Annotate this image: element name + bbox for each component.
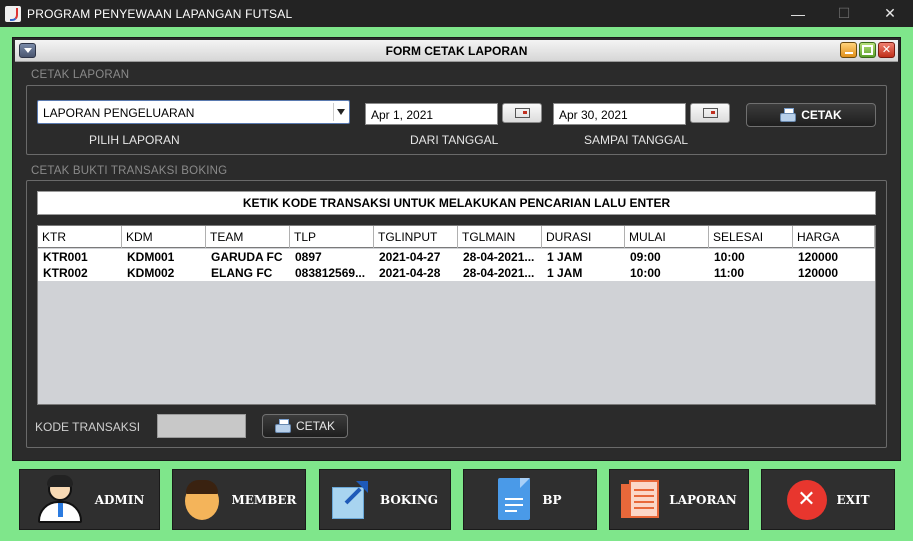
search-hint-bar: KETIK KODE TRANSAKSI UNTUK MELAKUKAN PEN… bbox=[37, 191, 876, 215]
laporan-button[interactable]: LAPORAN bbox=[609, 469, 749, 530]
table-body: KTR001 KDM001 GARUDA FC 0897 2021-04-27 28-04… bbox=[38, 249, 875, 281]
column-header[interactable]: SELESAI bbox=[709, 226, 793, 248]
table-cell: KDM001 bbox=[127, 250, 175, 264]
table-cell: 083812569... bbox=[295, 266, 366, 280]
java-app-icon bbox=[5, 5, 21, 22]
internal-frame-titlebar[interactable]: FORM CETAK LAPORAN ✕ bbox=[15, 40, 898, 62]
internal-frame-controls: ✕ bbox=[840, 42, 895, 58]
table-header: KTR KDM TEAM TLP TGLINPUT TGLMAIN DURASI MULAI S… bbox=[38, 226, 875, 248]
table-row[interactable]: KTR002 KDM002 ELANG FC 083812569... 2021-04-… bbox=[38, 265, 875, 281]
table-cell: KTR002 bbox=[43, 266, 88, 280]
column-header[interactable]: HARGA bbox=[793, 226, 875, 248]
cetak-bukti-button[interactable]: CETAK bbox=[262, 414, 348, 438]
laporan-button-label: LAPORAN bbox=[669, 492, 737, 507]
window-title: PROGRAM PENYEWAAN LAPANGAN FUTSAL bbox=[27, 6, 293, 21]
maximize-button[interactable]: ☐ bbox=[821, 0, 867, 27]
boking-button-label: BOKING bbox=[379, 492, 439, 507]
table-cell: 10:00 bbox=[630, 266, 661, 280]
form-title: FORM CETAK LAPORAN bbox=[385, 43, 528, 58]
to-date-picker-button[interactable] bbox=[690, 103, 730, 123]
table-cell: 09:00 bbox=[630, 250, 661, 264]
table-cell: ELANG FC bbox=[211, 266, 273, 280]
calendar-icon bbox=[514, 108, 530, 118]
column-header[interactable]: TLP bbox=[290, 226, 374, 248]
boking-button[interactable]: BOKING bbox=[319, 469, 451, 530]
frame-maximize-icon[interactable] bbox=[859, 42, 876, 58]
exit-button-label: EXIT bbox=[836, 492, 870, 507]
window-titlebar: PROGRAM PENYEWAAN LAPANGAN FUTSAL — ☐ ✕ bbox=[0, 0, 913, 27]
to-date-value: Apr 30, 2021 bbox=[559, 108, 628, 122]
chevron-down-icon[interactable] bbox=[333, 103, 347, 121]
printer-icon bbox=[780, 108, 797, 122]
column-header[interactable]: DURASI bbox=[542, 226, 625, 248]
admin-button[interactable]: ADMIN bbox=[19, 469, 160, 530]
from-date-field[interactable]: Apr 1, 2021 bbox=[365, 103, 498, 125]
external-link-icon bbox=[331, 480, 370, 519]
table-cell: GARUDA FC bbox=[211, 250, 283, 264]
kode-transaksi-label: KODE TRANSAKSI bbox=[35, 420, 141, 434]
cetak-laporan-button-label: CETAK bbox=[801, 108, 842, 122]
report-type-select[interactable]: LAPORAN PENGELUARAN bbox=[37, 100, 350, 124]
member-face-icon bbox=[182, 478, 222, 522]
table-cell: KDM002 bbox=[127, 266, 175, 280]
cetak-laporan-button[interactable]: CETAK bbox=[746, 103, 876, 127]
bp-button[interactable]: BP bbox=[463, 469, 597, 530]
column-header[interactable]: TGLMAIN bbox=[458, 226, 542, 248]
admin-user-icon bbox=[35, 474, 85, 525]
cetak-laporan-section-title: CETAK LAPORAN bbox=[31, 69, 130, 81]
table-cell: KTR001 bbox=[43, 250, 88, 264]
table-cell: 120000 bbox=[798, 250, 839, 264]
report-type-value: LAPORAN PENGELUARAN bbox=[43, 106, 195, 120]
printer-icon bbox=[274, 419, 291, 433]
kode-transaksi-input[interactable] bbox=[157, 414, 246, 438]
dari-tanggal-label: DARI TANGGAL bbox=[410, 133, 499, 147]
frame-close-icon[interactable]: ✕ bbox=[878, 42, 895, 58]
minimize-button[interactable]: — bbox=[775, 0, 821, 27]
column-header[interactable]: TGLINPUT bbox=[374, 226, 458, 248]
sampai-tanggal-label: SAMPAI TANGGAL bbox=[584, 133, 689, 147]
frame-minimize-icon[interactable] bbox=[840, 42, 857, 58]
column-header[interactable]: KTR bbox=[38, 226, 122, 248]
bp-button-label: BP bbox=[542, 492, 562, 507]
document-icon bbox=[498, 477, 532, 522]
table-cell: 120000 bbox=[798, 266, 839, 280]
to-date-field[interactable]: Apr 30, 2021 bbox=[553, 103, 686, 125]
cetak-bukti-button-label: CETAK bbox=[295, 419, 336, 433]
column-header[interactable]: KDM bbox=[122, 226, 206, 248]
calendar-icon bbox=[702, 108, 718, 118]
from-date-picker-button[interactable] bbox=[502, 103, 542, 123]
member-button-label: MEMBER bbox=[231, 492, 297, 507]
table-cell: 2021-04-27 bbox=[379, 250, 441, 264]
table-cell: 0897 bbox=[295, 250, 322, 264]
table-cell: 28-04-2021... bbox=[463, 250, 535, 264]
table-cell: 10:00 bbox=[714, 250, 745, 264]
table-cell: 1 JAM bbox=[547, 266, 583, 280]
pilih-laporan-label: PILIH LAPORAN bbox=[89, 133, 180, 147]
exit-button[interactable]: ✕ EXIT bbox=[761, 469, 895, 530]
column-header[interactable]: MULAI bbox=[625, 226, 709, 248]
column-header[interactable]: TEAM bbox=[206, 226, 290, 248]
close-button[interactable]: ✕ bbox=[867, 0, 913, 27]
window-controls: — ☐ ✕ bbox=[775, 0, 913, 27]
from-date-value: Apr 1, 2021 bbox=[371, 108, 434, 122]
table-cell: 28-04-2021... bbox=[463, 266, 535, 280]
member-button[interactable]: MEMBER bbox=[172, 469, 306, 530]
table-cell: 11:00 bbox=[714, 266, 745, 280]
table-row[interactable]: KTR001 KDM001 GARUDA FC 0897 2021-04-27 28-04… bbox=[38, 249, 875, 265]
frame-menu-icon[interactable] bbox=[19, 43, 36, 58]
transaksi-table: KTR KDM TEAM TLP TGLINPUT TGLMAIN DURASI MULAI S… bbox=[37, 225, 876, 405]
exit-x-icon: ✕ bbox=[786, 479, 827, 520]
admin-button-label: ADMIN bbox=[94, 492, 145, 507]
bukti-section-title: CETAK BUKTI TRANSAKSI BOKING bbox=[31, 165, 228, 177]
table-cell: 2021-04-28 bbox=[379, 266, 441, 280]
table-cell: 1 JAM bbox=[547, 250, 583, 264]
report-icon bbox=[621, 479, 660, 520]
